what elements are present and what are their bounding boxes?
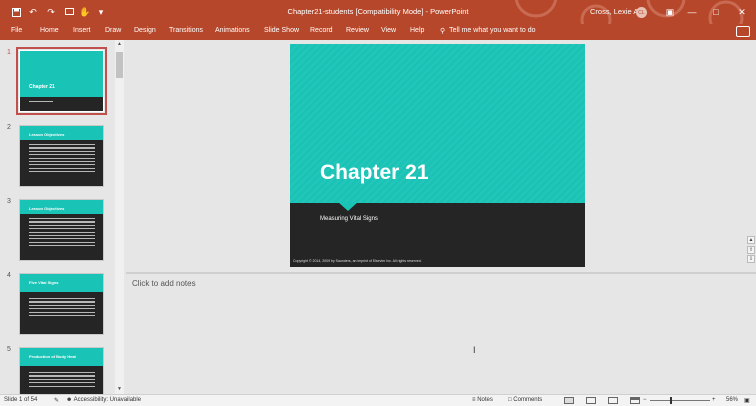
notes-placeholder[interactable]: Click to add notes xyxy=(132,279,196,288)
slide-notch xyxy=(338,202,358,211)
next-slide-icon[interactable]: ⇩ xyxy=(747,255,755,263)
tab-insert[interactable]: Insert xyxy=(73,27,91,34)
notes-icon: ≡ xyxy=(472,397,476,403)
comments-label: Comments xyxy=(513,397,543,403)
text-cursor-icon: ​I xyxy=(473,345,476,355)
zoom-slider-handle[interactable] xyxy=(670,397,672,404)
fit-to-window-icon[interactable]: ▣ xyxy=(744,397,750,404)
slide-thumbnail-2[interactable]: Lesson Objectives xyxy=(19,125,104,187)
scrollbar-thumb[interactable] xyxy=(116,52,123,78)
thumbnail-number: 4 xyxy=(7,272,11,279)
normal-view-icon[interactable] xyxy=(564,397,574,404)
slide-canvas[interactable]: Chapter 21 Measuring Vital Signs Copyrig… xyxy=(290,44,585,267)
title-bar: ↶ ↷ ✋ ▾ Chapter21-students [Compatibilit… xyxy=(0,0,756,24)
tab-design[interactable]: Design xyxy=(134,27,156,34)
scroll-up-icon[interactable]: ▲ xyxy=(747,236,755,244)
slide-title[interactable]: Chapter 21 xyxy=(320,161,429,185)
tell-me-text: Tell me what you want to do xyxy=(449,27,536,34)
slide-sorter-icon[interactable] xyxy=(586,397,596,404)
slide-subtitle[interactable]: Measuring Vital Signs xyxy=(320,216,378,222)
close-button[interactable]: ✕ xyxy=(734,5,750,19)
slide-counter: Slide 1 of 54 xyxy=(4,397,38,403)
slide-show-icon[interactable] xyxy=(630,397,640,404)
tab-file[interactable]: File xyxy=(11,27,22,34)
previous-slide-icon[interactable]: ⇧ xyxy=(747,246,755,254)
thumbnail-number: 3 xyxy=(7,198,11,205)
zoom-in-icon[interactable]: + xyxy=(712,397,716,403)
thumbnail-title: Lesson Objectives xyxy=(29,206,65,211)
accessibility-icon: ☻ xyxy=(66,397,73,403)
tab-draw[interactable]: Draw xyxy=(105,27,121,34)
ribbon-display-icon[interactable]: ▣ xyxy=(662,5,678,19)
tab-record[interactable]: Record xyxy=(310,27,333,34)
slide-thumbnail-4[interactable]: Five Vital Signs xyxy=(19,273,104,335)
scroll-up-icon[interactable]: ▲ xyxy=(115,40,124,48)
reading-view-icon[interactable] xyxy=(608,397,618,404)
zoom-out-icon[interactable]: − xyxy=(643,397,647,403)
comment-icon: □ xyxy=(508,397,512,403)
ribbon-tabs: File Home Insert Draw Design Transitions… xyxy=(0,24,756,40)
lightbulb-icon: ⚲ xyxy=(440,28,446,35)
thumbnail-scrollbar[interactable]: ▲ ▼ xyxy=(115,40,124,394)
tab-slide-show[interactable]: Slide Show xyxy=(264,27,299,34)
scroll-down-icon[interactable]: ▼ xyxy=(115,385,124,393)
tab-help[interactable]: Help xyxy=(410,27,424,34)
slide-thumbnail-5[interactable]: Production of Body Heat xyxy=(19,347,104,394)
status-bar: Slide 1 of 54 ✎ ☻ Accessibility: Unavail… xyxy=(0,394,756,406)
tab-home[interactable]: Home xyxy=(40,27,59,34)
comments-button[interactable]: □ Comments xyxy=(508,397,542,403)
tab-review[interactable]: Review xyxy=(346,27,369,34)
avatar[interactable]: CL xyxy=(636,7,647,18)
thumbnail-title: Production of Body Heat xyxy=(29,354,76,359)
tell-me-search[interactable]: ⚲ Tell me what you want to do xyxy=(440,27,536,35)
user-name[interactable]: Cross, Lexie A xyxy=(590,7,638,16)
slide-copyright: Copyright © 2014, 2009 by Saunders, an i… xyxy=(293,259,422,263)
tab-transitions[interactable]: Transitions xyxy=(169,27,203,34)
slide-thumbnail-3[interactable]: Lesson Objectives xyxy=(19,199,104,261)
comments-icon[interactable] xyxy=(736,26,750,37)
tab-animations[interactable]: Animations xyxy=(215,27,250,34)
thumbnail-title: Chapter 21 xyxy=(29,84,55,90)
slide-scrollbar[interactable]: ▲ ⇧ ⇩ xyxy=(746,40,756,272)
spellcheck-icon[interactable]: ✎ xyxy=(54,397,59,404)
zoom-level[interactable]: 56% xyxy=(726,397,738,403)
thumbnail-number: 1 xyxy=(7,49,11,56)
thumbnail-number: 2 xyxy=(7,124,11,131)
thumbnail-title: Lesson Objectives xyxy=(29,132,65,137)
accessibility-label: Accessibility: Unavailable xyxy=(73,397,142,403)
thumbnail-title: Five Vital Signs xyxy=(29,280,59,285)
maximize-button[interactable]: □ xyxy=(708,5,724,19)
notes-label: Notes xyxy=(477,397,493,403)
slide-thumbnail-1[interactable]: Chapter 21 xyxy=(16,47,107,115)
slide-thumbnails-pane: 1 Chapter 21 2 Lesson Objectives 3 Lesso… xyxy=(0,40,125,394)
thumbnail-number: 5 xyxy=(7,346,11,353)
zoom-slider[interactable] xyxy=(650,400,710,401)
tab-view[interactable]: View xyxy=(381,27,396,34)
notes-button[interactable]: ≡ Notes xyxy=(472,397,493,403)
accessibility-status[interactable]: ☻ Accessibility: Unavailable xyxy=(66,397,141,403)
notes-pane[interactable]: Click to add notes xyxy=(126,274,756,394)
minimize-button[interactable]: — xyxy=(684,5,700,19)
